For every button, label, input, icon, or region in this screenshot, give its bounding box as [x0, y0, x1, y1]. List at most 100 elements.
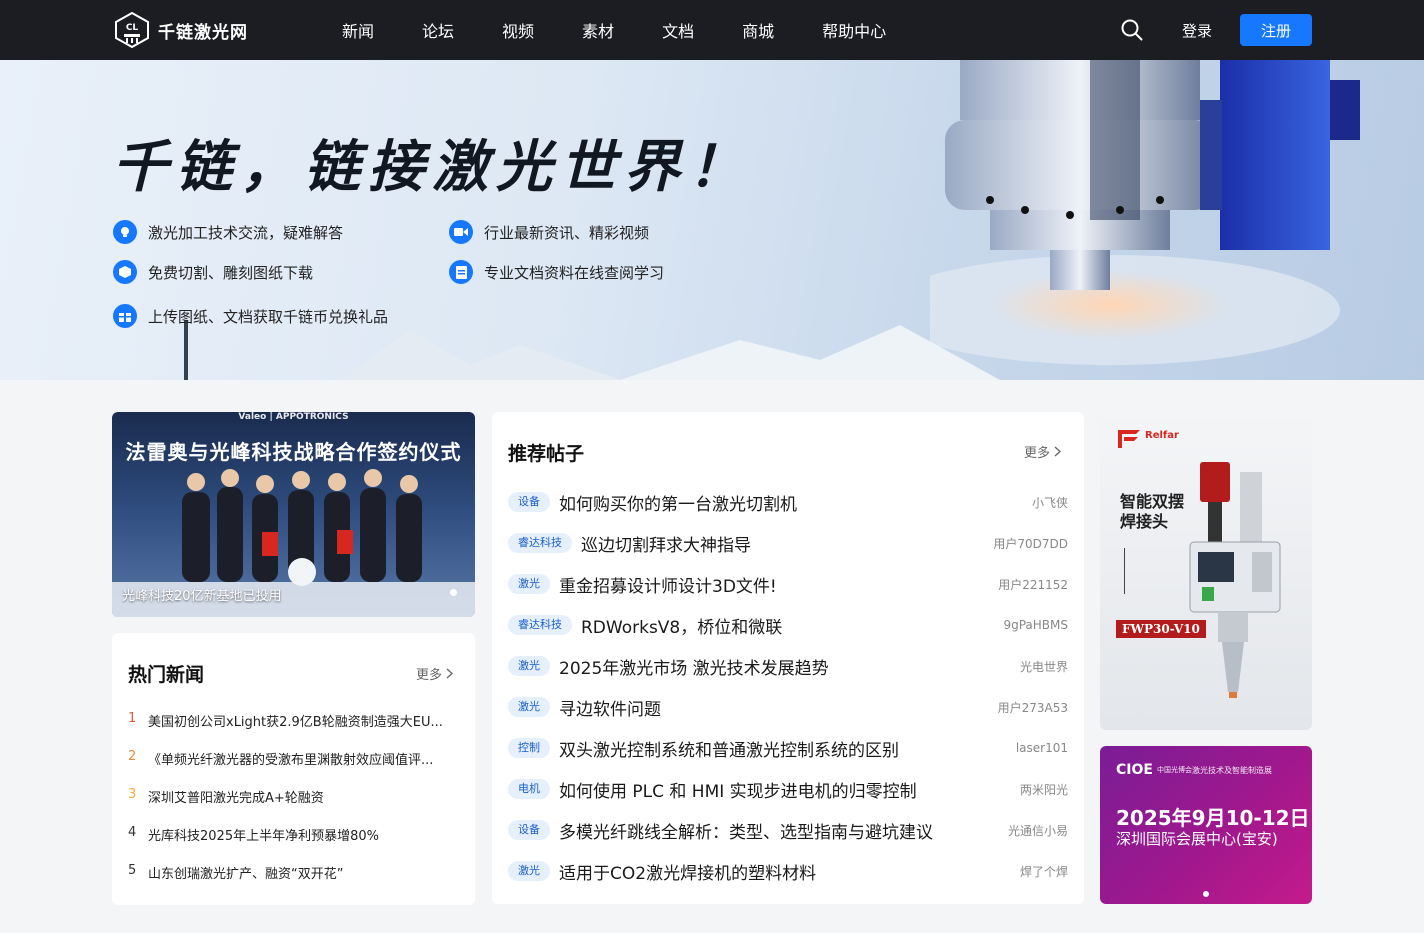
- expo-name: 激光技术及智能制造展: [1192, 766, 1272, 775]
- gift-icon: [113, 304, 137, 328]
- post-tag[interactable]: 激光: [508, 656, 550, 676]
- post-author[interactable]: 用户273A53: [998, 699, 1068, 716]
- post-author[interactable]: 9gPaHBMS: [1003, 618, 1068, 632]
- post-author[interactable]: 用户70D7DD: [993, 535, 1068, 552]
- carousel-dot[interactable]: [450, 589, 457, 596]
- hero-banner: 千链，链接激光世界！ 激光加工技术交流，疑难解答 行业最新资讯、精彩视频 免费切…: [0, 60, 1424, 380]
- cioe-brand-sub: 中国光博会: [1156, 766, 1192, 774]
- login-link[interactable]: 登录: [1182, 20, 1212, 41]
- hero-feature: 激光加工技术交流，疑难解答: [113, 220, 343, 244]
- rank-number: 3: [128, 787, 137, 802]
- post-item[interactable]: 控制 双头激光控制系统和普通激光控制系统的区别 laser101: [508, 736, 1068, 761]
- post-tag[interactable]: 控制: [508, 738, 550, 758]
- post-item[interactable]: 设备 多模光纤跳线全解析：类型、选型指南与避坑建议 光通信小易: [508, 818, 1068, 843]
- post-title[interactable]: 重金招募设计师设计3D文件!: [559, 572, 998, 597]
- posts-more-link[interactable]: 更多: [1024, 442, 1062, 461]
- rank-number: 5: [128, 863, 137, 878]
- hero-feature: 上传图纸、文档获取千链币兑换礼品: [113, 304, 388, 328]
- site-logo[interactable]: CL 千链激光网: [114, 12, 248, 48]
- post-tag[interactable]: 设备: [508, 492, 550, 512]
- news-title: 《单频光纤激光器的受激布里渊散射效应阈值评...: [148, 753, 434, 768]
- hero-feature-text: 上传图纸、文档获取千链币兑换礼品: [148, 307, 389, 326]
- post-title[interactable]: 2025年激光市场 激光技术发展趋势: [559, 654, 1020, 679]
- post-author[interactable]: 两米阳光: [1020, 781, 1068, 798]
- news-title: 山东创瑞激光扩产、融资“双开花”: [148, 867, 344, 882]
- site-name: 千链激光网: [158, 22, 248, 43]
- carousel-dot[interactable]: [1203, 891, 1209, 897]
- hot-news-item[interactable]: 3 深圳艾普阳激光完成A+轮融资: [128, 787, 458, 806]
- banner-caption: 光峰科技20亿新基地已投用: [122, 589, 282, 604]
- news-carousel[interactable]: Valeo | APPOTRONICS 法雷奥与光峰科技战略合作签约仪式 光峰科…: [112, 412, 475, 617]
- post-title[interactable]: 如何购买你的第一台激光切割机: [559, 490, 1032, 515]
- nav-mall[interactable]: 商城: [742, 18, 774, 42]
- nav-forum[interactable]: 论坛: [422, 18, 454, 42]
- hot-news-item[interactable]: 1 美国初创公司xLight获2.9亿B轮融资制造强大EU...: [128, 711, 458, 730]
- chevron-right-icon: [1054, 446, 1062, 457]
- hero-feature: 专业文档资料在线查阅学习: [449, 260, 664, 284]
- post-item[interactable]: 睿达科技 RDWorksV8，桥位和微联 9gPaHBMS: [508, 613, 1068, 638]
- top-navbar: CL 千链激光网 新闻 论坛 视频 素材 文档 商城 帮助中心 登录 注册: [0, 0, 1424, 60]
- post-item[interactable]: 激光 2025年激光市场 激光技术发展趋势 光电世界: [508, 654, 1068, 679]
- post-item[interactable]: 电机 如何使用 PLC 和 HMI 实现步进电机的归零控制 两米阳光: [508, 777, 1068, 802]
- lightbulb-icon: [113, 220, 137, 244]
- post-title[interactable]: 双头激光控制系统和普通激光控制系统的区别: [559, 736, 1016, 761]
- logo-mark-icon: CL: [115, 12, 149, 48]
- hot-news-panel: 热门新闻 更多 1 美国初创公司xLight获2.9亿B轮融资制造强大EU...…: [112, 633, 475, 905]
- nav-news[interactable]: 新闻: [342, 18, 374, 42]
- post-author[interactable]: 光通信小易: [1008, 822, 1068, 839]
- post-tag[interactable]: 设备: [508, 820, 550, 840]
- hero-feature-text: 免费切割、雕刻图纸下载: [148, 263, 314, 282]
- nav-materials[interactable]: 素材: [582, 18, 614, 42]
- cioe-logo: CIOE 中国光博会: [1116, 762, 1192, 778]
- post-tag[interactable]: 电机: [508, 779, 550, 799]
- logo-mark-text: CL: [126, 23, 139, 33]
- rank-number: 4: [128, 825, 137, 840]
- post-item[interactable]: 激光 寻边软件问题 用户273A53: [508, 695, 1068, 720]
- hero-title: 千链，链接激光世界！: [112, 135, 752, 200]
- post-title[interactable]: 适用于CO2激光焊接机的塑料材料: [559, 859, 1020, 884]
- post-tag[interactable]: 激光: [508, 574, 550, 594]
- recommended-posts-panel: 推荐帖子 更多 设备 如何购买你的第一台激光切割机 小飞侠 睿达科技 巡边切割拜…: [492, 412, 1084, 904]
- post-item[interactable]: 睿达科技 巡边切割拜求大神指导 用户70D7DD: [508, 531, 1068, 556]
- hero-feature-text: 激光加工技术交流，疑难解答: [148, 223, 344, 242]
- relfar-ad[interactable]: Relfar 智能双摆 焊接头 FWP30-V10: [1100, 412, 1312, 730]
- post-title[interactable]: 如何使用 PLC 和 HMI 实现步进电机的归零控制: [559, 777, 1020, 802]
- hero-feature: 免费切割、雕刻图纸下载: [113, 260, 313, 284]
- post-item[interactable]: 激光 重金招募设计师设计3D文件! 用户221152: [508, 572, 1068, 597]
- post-title[interactable]: 寻边软件问题: [559, 695, 998, 720]
- post-title[interactable]: 多模光纤跳线全解析：类型、选型指南与避坑建议: [559, 818, 1008, 843]
- ad-headline-line: 智能双摆: [1120, 492, 1185, 511]
- cube-icon: [113, 260, 137, 284]
- post-tag[interactable]: 激光: [508, 697, 550, 717]
- post-tag[interactable]: 睿达科技: [508, 615, 572, 635]
- post-author[interactable]: 焊了个焊: [1020, 863, 1068, 880]
- banner-headline: 法雷奥与光峰科技战略合作签约仪式: [125, 440, 462, 464]
- post-author[interactable]: laser101: [1016, 741, 1068, 755]
- post-tag[interactable]: 睿达科技: [508, 533, 572, 553]
- hot-news-item[interactable]: 4 光库科技2025年上半年净利预暴增80%: [128, 825, 458, 844]
- cioe-expo-ad[interactable]: CIOE 中国光博会 激光技术及智能制造展 2025年9月10-12日 深圳国际…: [1100, 746, 1312, 904]
- post-title[interactable]: RDWorksV8，桥位和微联: [581, 613, 1003, 638]
- hot-news-item[interactable]: 5 山东创瑞激光扩产、融资“双开花”: [128, 863, 458, 882]
- register-button[interactable]: 注册: [1240, 14, 1312, 46]
- hot-news-item[interactable]: 2 《单频光纤激光器的受激布里渊散射效应阈值评...: [128, 749, 458, 768]
- hot-news-more-link[interactable]: 更多: [416, 664, 454, 683]
- more-label: 更多: [416, 668, 443, 683]
- post-author[interactable]: 光电世界: [1020, 658, 1068, 675]
- hero-feature-text: 专业文档资料在线查阅学习: [484, 263, 665, 282]
- welding-head-illustration: [1189, 462, 1281, 698]
- expo-date: 2025年9月10-12日: [1116, 806, 1310, 830]
- nav-video[interactable]: 视频: [502, 18, 534, 42]
- relfar-brand: Relfar: [1145, 430, 1179, 441]
- banner-brands: Valeo | APPOTRONICS: [238, 412, 349, 422]
- post-title[interactable]: 巡边切割拜求大神指导: [581, 531, 993, 556]
- nav-documents[interactable]: 文档: [662, 18, 694, 42]
- post-item[interactable]: 设备 如何购买你的第一台激光切割机 小飞侠: [508, 490, 1068, 515]
- nav-help-center[interactable]: 帮助中心: [822, 18, 886, 42]
- relfar-logo-icon: [1118, 430, 1140, 448]
- search-icon[interactable]: [1121, 19, 1143, 41]
- post-author[interactable]: 用户221152: [998, 576, 1068, 593]
- post-item[interactable]: 激光 适用于CO2激光焊接机的塑料材料 焊了个焊: [508, 859, 1068, 884]
- post-author[interactable]: 小飞侠: [1032, 494, 1068, 511]
- post-tag[interactable]: 激光: [508, 861, 550, 881]
